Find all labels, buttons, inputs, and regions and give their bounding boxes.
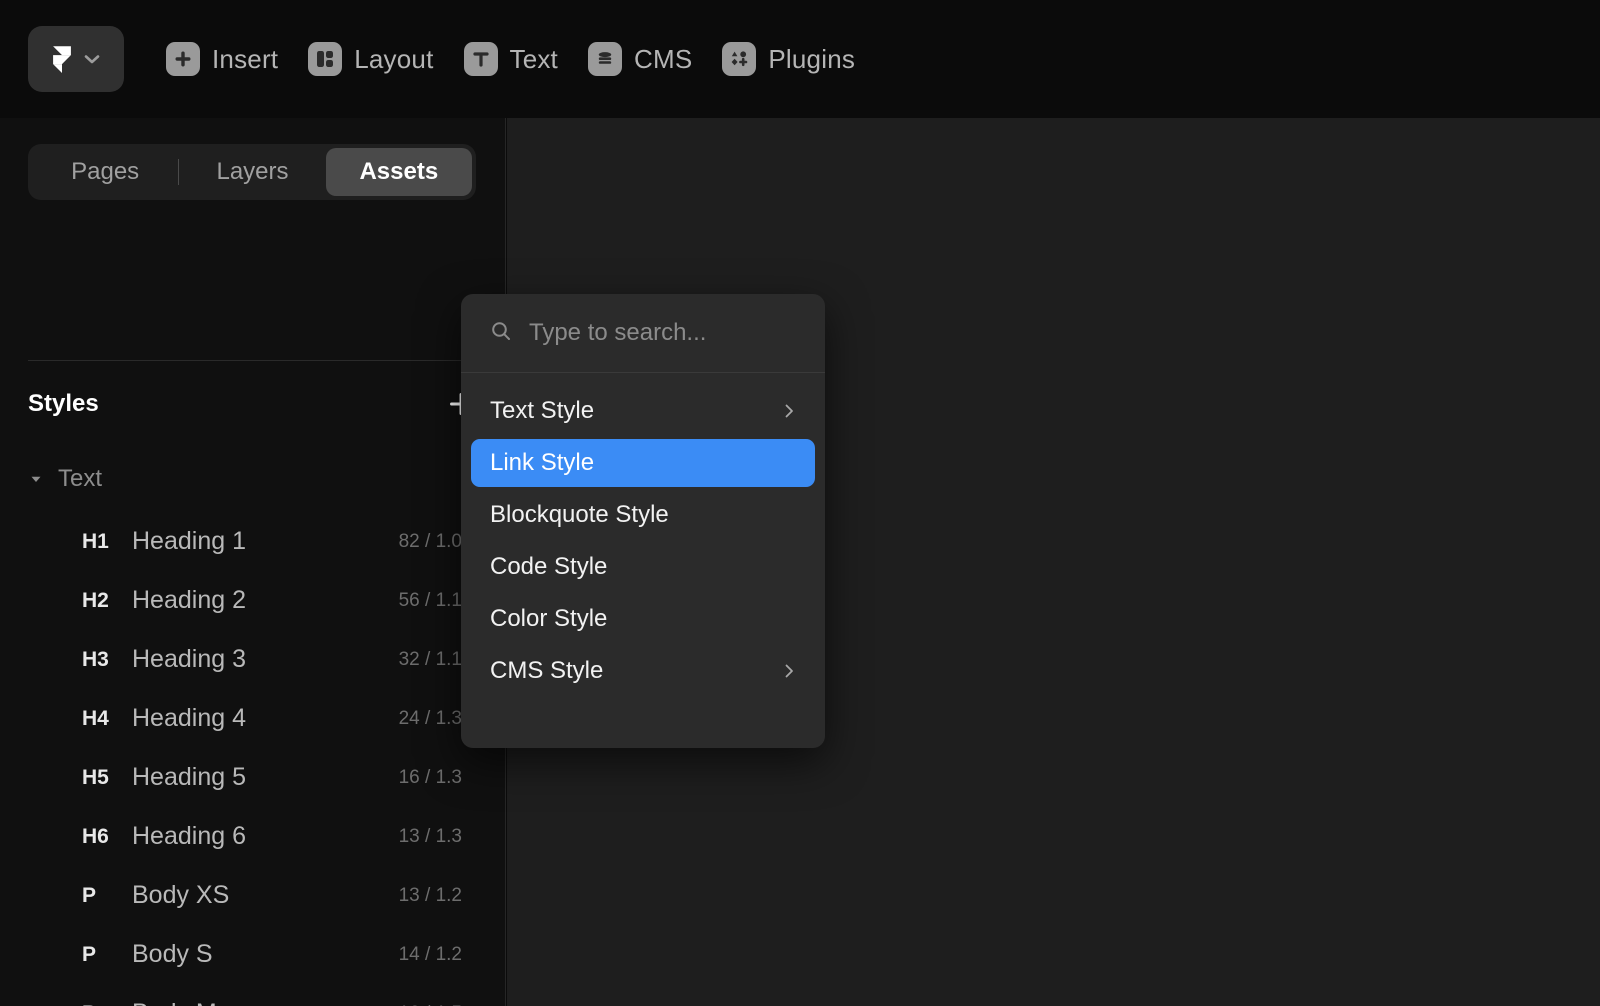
style-tag: H1 [82, 529, 109, 553]
tab-label: Pages [71, 158, 140, 185]
sidebar-tabs: Pages Layers Assets [28, 144, 476, 200]
caret-down-icon [28, 471, 44, 487]
style-tag: H6 [82, 824, 109, 848]
toolbar-item-cms[interactable]: CMS [587, 42, 693, 76]
search-icon [489, 319, 513, 348]
style-meta: 14 / 1.2 [398, 943, 462, 965]
style-meta: 56 / 1.1 [398, 589, 462, 611]
tab-pages[interactable]: Pages [32, 148, 178, 196]
add-style-popup-menu: Text Style Link Style Blockquote Style C… [461, 294, 825, 748]
style-tag: H5 [82, 765, 109, 789]
framer-logo-icon [51, 45, 73, 73]
toolbar-item-label: Layout [354, 43, 434, 74]
toolbar-actions: Insert Layout Text CMS Plugins [166, 42, 855, 76]
database-icon [587, 42, 622, 76]
top-toolbar: Insert Layout Text CMS Plugins [0, 0, 1600, 118]
framer-menu-button[interactable] [28, 26, 124, 92]
menu-item-label: Color Style [490, 605, 608, 632]
plugins-shapes-icon [722, 42, 757, 76]
list-item[interactable]: P Body M 16 / 1.5 [0, 984, 506, 1006]
style-meta: 13 / 1.2 [398, 884, 462, 906]
tab-label: Layers [216, 158, 289, 185]
menu-item-blockquote-style[interactable]: Blockquote Style [471, 491, 815, 539]
menu-item-link-style[interactable]: Link Style [471, 439, 815, 487]
framer-app-window: Insert Layout Text CMS Plugins Pages Lay… [0, 0, 1600, 1006]
list-item[interactable]: H6 Heading 6 13 / 1.3 [0, 807, 506, 866]
menu-item-text-style[interactable]: Text Style [471, 387, 815, 435]
toolbar-item-text[interactable]: Text [463, 42, 558, 76]
list-item[interactable]: P Body XS 13 / 1.2 [0, 866, 506, 925]
page-title: Styles [28, 390, 99, 417]
list-item[interactable]: H5 Heading 5 16 / 1.3 [0, 748, 506, 807]
style-name: Heading 3 [132, 645, 246, 673]
list-item[interactable]: H4 Heading 4 24 / 1.3 [0, 689, 506, 748]
style-name: Heading 6 [132, 822, 246, 850]
list-item[interactable]: P Body S 14 / 1.2 [0, 925, 506, 984]
menu-item-cms-style[interactable]: CMS Style [471, 647, 815, 695]
style-meta: 13 / 1.3 [398, 825, 462, 847]
list-item[interactable]: H2 Heading 2 56 / 1.1 [0, 571, 506, 630]
style-tag: H2 [82, 588, 109, 612]
style-meta: 16 / 1.5 [399, 1003, 462, 1006]
style-meta: 24 / 1.3 [398, 707, 462, 729]
chevron-down-icon [82, 49, 102, 69]
style-tag: H4 [82, 706, 109, 730]
toolbar-item-layout[interactable]: Layout [308, 42, 433, 76]
menu-item-label: Code Style [490, 553, 608, 580]
style-meta: 32 / 1.1 [398, 648, 462, 670]
toolbar-item-label: Text [509, 43, 558, 74]
sidebar-divider [28, 360, 476, 361]
menu-item-label: Text Style [490, 397, 595, 424]
menu-item-label: Blockquote Style [490, 501, 669, 528]
layout-grid-icon [308, 42, 343, 76]
list-item[interactable]: H3 Heading 3 32 / 1.1 [0, 630, 506, 689]
chevron-right-icon [781, 663, 797, 679]
search-input[interactable] [529, 319, 779, 347]
menu-item-color-style[interactable]: Color Style [471, 595, 815, 643]
style-group-label: Text [58, 465, 103, 492]
toolbar-item-label: Insert [212, 43, 279, 74]
style-tag: P [82, 942, 97, 966]
menu-item-label: CMS Style [490, 657, 604, 684]
plus-square-icon [166, 42, 200, 76]
list-item[interactable]: H1 Heading 1 82 / 1.0 [0, 512, 506, 571]
style-name: Body XS [132, 881, 230, 909]
text-t-icon [463, 42, 498, 76]
style-tag: P [82, 883, 97, 907]
style-meta: 82 / 1.0 [398, 530, 462, 552]
style-tag: H3 [82, 647, 109, 671]
tab-label: Assets [359, 158, 439, 185]
style-meta: 16 / 1.3 [398, 766, 462, 788]
style-group-text[interactable]: Text [28, 462, 476, 496]
left-sidebar: Pages Layers Assets Styles Text H1 Headi… [0, 118, 506, 1006]
chevron-right-icon [781, 403, 797, 419]
style-name: Heading 4 [132, 704, 246, 732]
style-tag: P [82, 1002, 132, 1006]
popup-search-row [461, 294, 825, 373]
style-name: Body S [132, 940, 213, 968]
style-name: Body M [132, 999, 399, 1006]
styles-list: H1 Heading 1 82 / 1.0 H2 Heading 2 56 / … [0, 512, 506, 1006]
toolbar-item-insert[interactable]: Insert [166, 42, 278, 76]
popup-item-list: Text Style Link Style Blockquote Style C… [461, 373, 825, 713]
style-name: Heading 2 [132, 586, 246, 614]
tab-layers[interactable]: Layers [179, 148, 325, 196]
menu-item-label: Link Style [490, 449, 595, 476]
toolbar-item-label: CMS [633, 43, 693, 74]
menu-item-code-style[interactable]: Code Style [471, 543, 815, 591]
styles-section-header: Styles [28, 386, 476, 422]
style-name: Heading 5 [132, 763, 246, 791]
toolbar-item-plugins[interactable]: Plugins [722, 42, 855, 76]
style-name: Heading 1 [132, 527, 246, 555]
toolbar-item-label: Plugins [768, 43, 856, 74]
tab-assets[interactable]: Assets [325, 148, 472, 196]
